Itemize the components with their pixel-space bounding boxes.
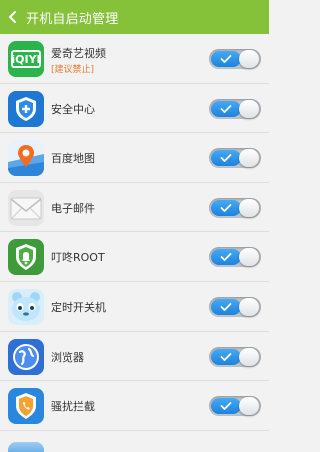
app-name: 爱奇艺视频: [51, 47, 106, 60]
baidu-map-icon: [8, 140, 44, 177]
app-name: 安全中心: [51, 102, 95, 116]
check-icon: [220, 402, 232, 411]
autostart-app-list: iQIYI 爱奇艺视频 [建议禁止] 安全中心 百度地图 电子邮件 叮咚ROOT…: [0, 34, 269, 431]
check-icon: [220, 303, 232, 311]
browser-icon: [8, 338, 44, 375]
next-list-item-partial: [0, 440, 269, 452]
check-icon: [220, 352, 232, 361]
list-item: 骚扰拦截: [0, 381, 269, 431]
back-arrow-icon[interactable]: [2, 0, 24, 34]
svg-text:iQIYI: iQIYI: [11, 53, 40, 66]
app-name: 叮咚ROOT: [51, 251, 105, 265]
autostart-toggle[interactable]: [209, 197, 261, 218]
autostart-toggle[interactable]: [209, 396, 261, 417]
autostart-toggle[interactable]: [209, 296, 261, 317]
app-icon: [8, 442, 44, 452]
recommend-disable-note: [建议禁止]: [51, 65, 95, 75]
check-icon: [220, 154, 232, 163]
autostart-toggle[interactable]: [209, 148, 261, 169]
list-item: iQIYI 爱奇艺视频 [建议禁止]: [0, 34, 269, 84]
check-icon: [220, 203, 232, 212]
iqiyi-icon: iQIYI: [8, 41, 44, 77]
email-icon: [8, 189, 44, 226]
app-name: 定时开关机: [51, 300, 106, 314]
list-item: 定时开关机: [0, 281, 269, 332]
app-name: 百度地图: [51, 152, 95, 166]
check-icon: [220, 253, 232, 262]
autostart-toggle[interactable]: [209, 98, 261, 119]
scheduled-power-icon: [8, 288, 44, 325]
autostart-toggle[interactable]: [209, 49, 261, 69]
app-name: 骚扰拦截: [51, 400, 95, 414]
autostart-toggle[interactable]: [209, 346, 261, 367]
check-icon: [220, 55, 232, 63]
security-center-icon: [8, 90, 44, 127]
autostart-toggle[interactable]: [209, 247, 261, 268]
page-title: 开机自启动管理: [26, 11, 119, 27]
list-item: 百度地图: [0, 133, 269, 183]
list-item: 电子邮件: [0, 182, 269, 233]
list-item: 叮咚ROOT: [0, 232, 269, 282]
dingdong-root-icon: [8, 239, 44, 276]
app-name: 浏览器: [51, 350, 84, 364]
check-icon: [220, 104, 232, 113]
list-item: 浏览器: [0, 331, 269, 382]
app-name: 电子邮件: [51, 201, 95, 215]
title-bar: 开机自启动管理: [0, 0, 269, 34]
harassment-block-icon: [8, 388, 44, 425]
list-item: 安全中心: [0, 83, 269, 134]
